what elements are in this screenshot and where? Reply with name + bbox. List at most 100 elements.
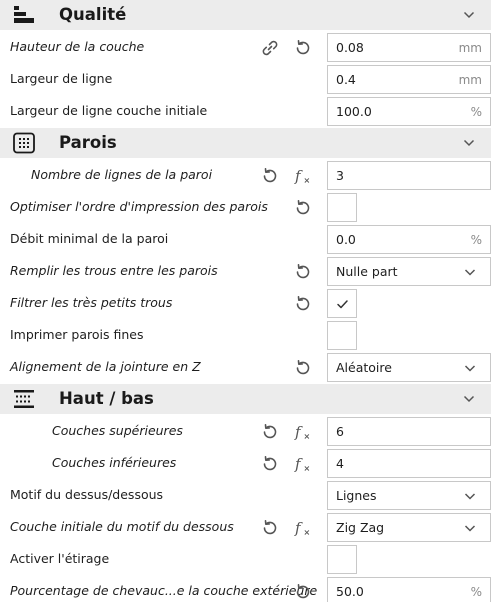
- function-icon[interactable]: f ×: [293, 166, 313, 186]
- link-icon[interactable]: [260, 38, 280, 58]
- input-value: 0.08: [336, 40, 364, 55]
- reset-icon[interactable]: [293, 262, 313, 282]
- section-title-walls: Parois: [59, 133, 117, 152]
- setting-label: Largeur de ligne couche initiale: [10, 103, 208, 118]
- reset-icon[interactable]: [260, 454, 280, 474]
- input-value: 0.0: [336, 232, 356, 247]
- section-header-top-bottom[interactable]: Haut / bas: [0, 384, 491, 414]
- print-settings-panel: Qualité Hauteur de la couche 0.08 mm Lar…: [0, 0, 491, 602]
- optimize-wall-order-checkbox[interactable]: [327, 193, 357, 222]
- fill-gaps-dropdown[interactable]: Nulle part: [327, 257, 491, 286]
- setting-label: Débit minimal de la paroi: [10, 231, 169, 246]
- function-icon[interactable]: f ×: [293, 454, 313, 474]
- top-layers-input[interactable]: 6: [327, 417, 491, 446]
- setting-row-bottom-layers: Couches inférieures f × 4: [0, 447, 491, 479]
- z-seam-alignment-dropdown[interactable]: Aléatoire: [327, 353, 491, 382]
- setting-row-skin-overlap: Pourcentage de chevauc...e la couche ext…: [0, 575, 491, 602]
- svg-text:×: ×: [304, 432, 311, 441]
- svg-text:f: f: [294, 423, 303, 441]
- setting-row-filter-small-gaps: Filtrer les très petits trous: [0, 287, 491, 319]
- svg-text:f: f: [294, 519, 303, 537]
- chevron-down-icon[interactable]: [463, 10, 475, 20]
- setting-row-layer-height: Hauteur de la couche 0.08 mm: [0, 31, 491, 63]
- chevron-down-icon: [464, 365, 476, 372]
- setting-row-fill-gaps: Remplir les trous entre les parois Nulle…: [0, 255, 491, 287]
- setting-label: Alignement de la jointure en Z: [10, 359, 201, 374]
- setting-row-initial-layer-line-width: Largeur de ligne couche initiale 100.0 %: [0, 95, 491, 127]
- function-icon[interactable]: f ×: [293, 518, 313, 538]
- chevron-down-icon[interactable]: [463, 394, 475, 404]
- setting-row-wall-line-count: Nombre de lignes de la paroi f × 3: [0, 159, 491, 191]
- quality-layers-icon: [14, 6, 34, 23]
- dropdown-value: Nulle part: [336, 264, 398, 279]
- input-value: 3: [336, 168, 344, 183]
- setting-row-line-width: Largeur de ligne 0.4 mm: [0, 63, 491, 95]
- enable-ironing-checkbox[interactable]: [327, 545, 357, 574]
- chevron-down-icon[interactable]: [463, 138, 475, 148]
- section-header-walls[interactable]: Parois: [0, 128, 491, 158]
- setting-row-optimize-wall-order: Optimiser l'ordre d'impression des paroi…: [0, 191, 491, 223]
- setting-label: Couches supérieures: [52, 423, 183, 438]
- input-value: 100.0: [336, 104, 372, 119]
- layer-height-input[interactable]: 0.08 mm: [327, 33, 491, 62]
- dropdown-value: Lignes: [336, 488, 377, 503]
- setting-label: Imprimer parois fines: [10, 327, 144, 342]
- skin-overlap-input[interactable]: 50.0 %: [327, 577, 491, 602]
- filter-small-gaps-checkbox[interactable]: [327, 289, 357, 318]
- bottom-layers-input[interactable]: 4: [327, 449, 491, 478]
- dropdown-value: Aléatoire: [336, 360, 392, 375]
- setting-row-top-layers: Couches supérieures f × 6: [0, 415, 491, 447]
- chevron-down-icon: [464, 269, 476, 276]
- chevron-down-icon: [464, 493, 476, 500]
- reset-icon[interactable]: [260, 422, 280, 442]
- section-title-quality: Qualité: [59, 5, 127, 24]
- reset-icon[interactable]: [293, 294, 313, 314]
- top-bottom-pattern-dropdown[interactable]: Lignes: [327, 481, 491, 510]
- section-title-top-bottom: Haut / bas: [59, 389, 154, 408]
- reset-icon[interactable]: [260, 166, 280, 186]
- setting-label: Activer l'étirage: [10, 551, 110, 566]
- dropdown-value: Zig Zag: [336, 520, 385, 535]
- unit-label: %: [470, 105, 482, 119]
- setting-row-print-thin-walls: Imprimer parois fines: [0, 319, 491, 351]
- setting-label: Couche initiale du motif du dessous: [10, 519, 234, 534]
- reset-icon[interactable]: [293, 358, 313, 378]
- unit-label: mm: [458, 73, 482, 87]
- setting-label: Nombre de lignes de la paroi: [31, 167, 213, 182]
- function-icon[interactable]: f ×: [293, 422, 313, 442]
- svg-text:×: ×: [304, 528, 311, 537]
- setting-label: Pourcentage de chevauc...e la couche ext…: [10, 583, 318, 598]
- setting-row-min-wall-flow: Débit minimal de la paroi 0.0 %: [0, 223, 491, 255]
- input-value: 4: [336, 456, 344, 471]
- unit-label: %: [470, 585, 482, 599]
- svg-text:f: f: [294, 167, 303, 185]
- setting-row-initial-bottom-pattern: Couche initiale du motif du dessous f × …: [0, 511, 491, 543]
- setting-row-z-seam-alignment: Alignement de la jointure en Z Aléatoire: [0, 351, 491, 383]
- input-value: 6: [336, 424, 344, 439]
- unit-label: %: [470, 233, 482, 247]
- print-thin-walls-checkbox[interactable]: [327, 321, 357, 350]
- svg-text:f: f: [294, 455, 303, 473]
- reset-icon[interactable]: [260, 518, 280, 538]
- section-header-quality[interactable]: Qualité: [0, 0, 491, 30]
- setting-label: Optimiser l'ordre d'impression des paroi…: [10, 199, 268, 214]
- setting-label: Filtrer les très petits trous: [10, 295, 173, 310]
- walls-grid-icon: [13, 132, 35, 154]
- line-width-input[interactable]: 0.4 mm: [327, 65, 491, 94]
- reset-icon[interactable]: [293, 198, 313, 218]
- input-value: 0.4: [336, 72, 356, 87]
- top-bottom-layers-icon: [14, 390, 34, 408]
- setting-row-top-bottom-pattern: Motif du dessus/dessous Lignes: [0, 479, 491, 511]
- svg-text:×: ×: [304, 464, 311, 473]
- reset-icon[interactable]: [293, 582, 313, 602]
- initial-layer-line-width-input[interactable]: 100.0 %: [327, 97, 491, 126]
- min-wall-flow-input[interactable]: 0.0 %: [327, 225, 491, 254]
- initial-bottom-pattern-dropdown[interactable]: Zig Zag: [327, 513, 491, 542]
- setting-label: Largeur de ligne: [10, 71, 113, 86]
- reset-icon[interactable]: [293, 38, 313, 58]
- input-value: 50.0: [336, 584, 364, 599]
- setting-label: Motif du dessus/dessous: [10, 487, 164, 502]
- wall-line-count-input[interactable]: 3: [327, 161, 491, 190]
- check-icon: [337, 300, 348, 309]
- setting-label: Remplir les trous entre les parois: [10, 263, 218, 278]
